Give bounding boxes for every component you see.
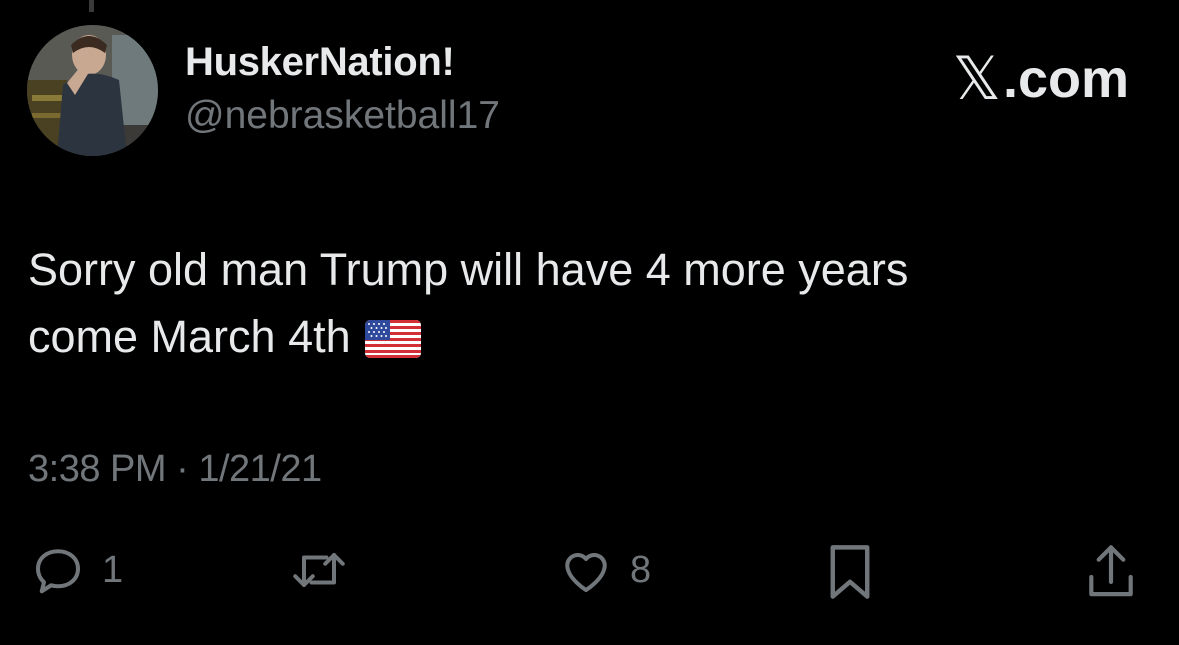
- repost-icon: [286, 540, 352, 600]
- repost-button[interactable]: [286, 540, 352, 600]
- share-icon: [1080, 540, 1142, 604]
- avatar[interactable]: [27, 25, 158, 156]
- user-handle[interactable]: @nebrasketball17: [185, 94, 500, 138]
- x-com-watermark: 𝕏 .com: [953, 44, 1129, 114]
- tweet-time: 3:38 PM: [28, 448, 167, 490]
- bookmark-button[interactable]: [820, 540, 880, 604]
- x-logo-icon: 𝕏: [952, 45, 1001, 112]
- tweet-text: Sorry old man Trump will have 4 more yea…: [28, 236, 1128, 376]
- bookmark-icon: [820, 540, 880, 604]
- tweet-date: 1/21/21: [198, 448, 322, 490]
- like-button[interactable]: 8: [556, 540, 651, 600]
- action-bar: 1 8: [0, 540, 1179, 610]
- share-button[interactable]: [1080, 540, 1142, 604]
- like-icon: [556, 540, 616, 600]
- tweet-text-line-1: Sorry old man Trump will have 4 more yea…: [28, 244, 909, 295]
- tweet-text-line-2: come March 4th: [28, 311, 351, 362]
- top-scroll-indicator: [89, 0, 94, 12]
- separator-dot: ·: [166, 448, 199, 490]
- tweet-timestamp[interactable]: 3:38 PM · 1/21/21: [28, 448, 322, 491]
- tweet-text-line-2-wrap: come March 4th: [28, 303, 1128, 376]
- reply-count: 1: [102, 548, 124, 591]
- brand-suffix: .com: [1002, 49, 1129, 109]
- reply-button[interactable]: 1: [28, 540, 123, 600]
- us-flag-emoji: [364, 309, 421, 376]
- reply-icon: [28, 540, 88, 600]
- display-name[interactable]: HuskerNation!: [185, 40, 455, 85]
- like-count: 8: [630, 548, 652, 591]
